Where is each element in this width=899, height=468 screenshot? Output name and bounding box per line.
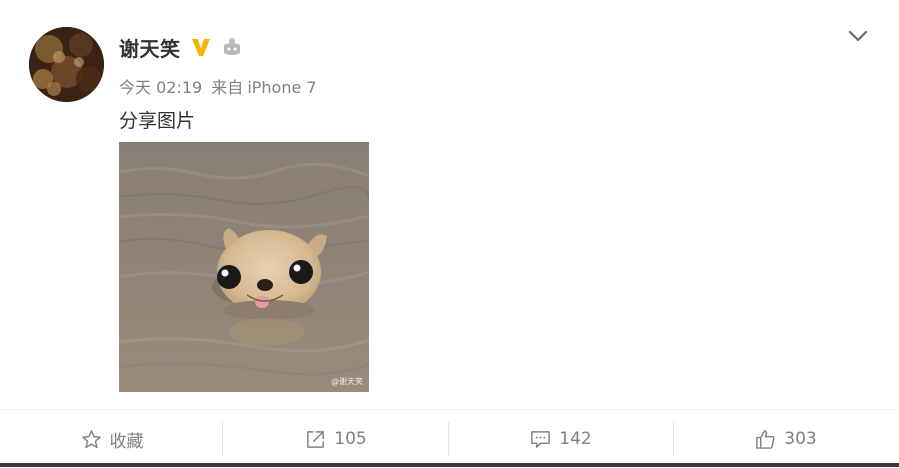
member-crown-icon[interactable] (221, 36, 243, 58)
star-outline-icon (81, 429, 101, 448)
post-source-prefix: 来自 (211, 78, 244, 97)
share-arrow-icon (307, 430, 325, 448)
repost-count: 105 (334, 429, 367, 449)
repost-button[interactable]: 105 (224, 410, 448, 468)
verified-v-icon (192, 39, 210, 56)
post-source[interactable]: iPhone 7 (247, 78, 316, 97)
comment-bubble-icon (531, 430, 551, 448)
like-button[interactable]: 303 (674, 410, 898, 468)
thumbs-up-icon (756, 429, 775, 449)
favorite-label: 收藏 (109, 431, 144, 452)
comment-button[interactable]: 142 (449, 410, 673, 468)
action-bar: 收藏 105 142 303 (0, 409, 899, 468)
post-image[interactable]: @谢天笑 (119, 142, 369, 392)
action-divider (222, 422, 223, 456)
user-name[interactable]: 谢天笑 (119, 33, 181, 62)
post-meta: 今天 02:19 来自 iPhone 7 (119, 74, 321, 98)
post-time[interactable]: 今天 02:19 (119, 78, 202, 97)
like-count: 303 (784, 429, 817, 449)
comment-count: 142 (559, 429, 592, 449)
weibo-post-card: 谢天笑 今天 02:19 来自 iPhone 7 分享图片 @谢天笑 收藏 10… (0, 0, 899, 467)
avatar[interactable] (29, 27, 104, 102)
chevron-down-icon[interactable] (846, 26, 870, 46)
avatar-image (29, 27, 104, 102)
post-image-content (119, 142, 369, 392)
favorite-button[interactable]: 收藏 (0, 410, 224, 468)
image-watermark: @谢天笑 (331, 377, 363, 386)
post-text: 分享图片 (119, 110, 196, 132)
bottom-strip (0, 463, 899, 467)
